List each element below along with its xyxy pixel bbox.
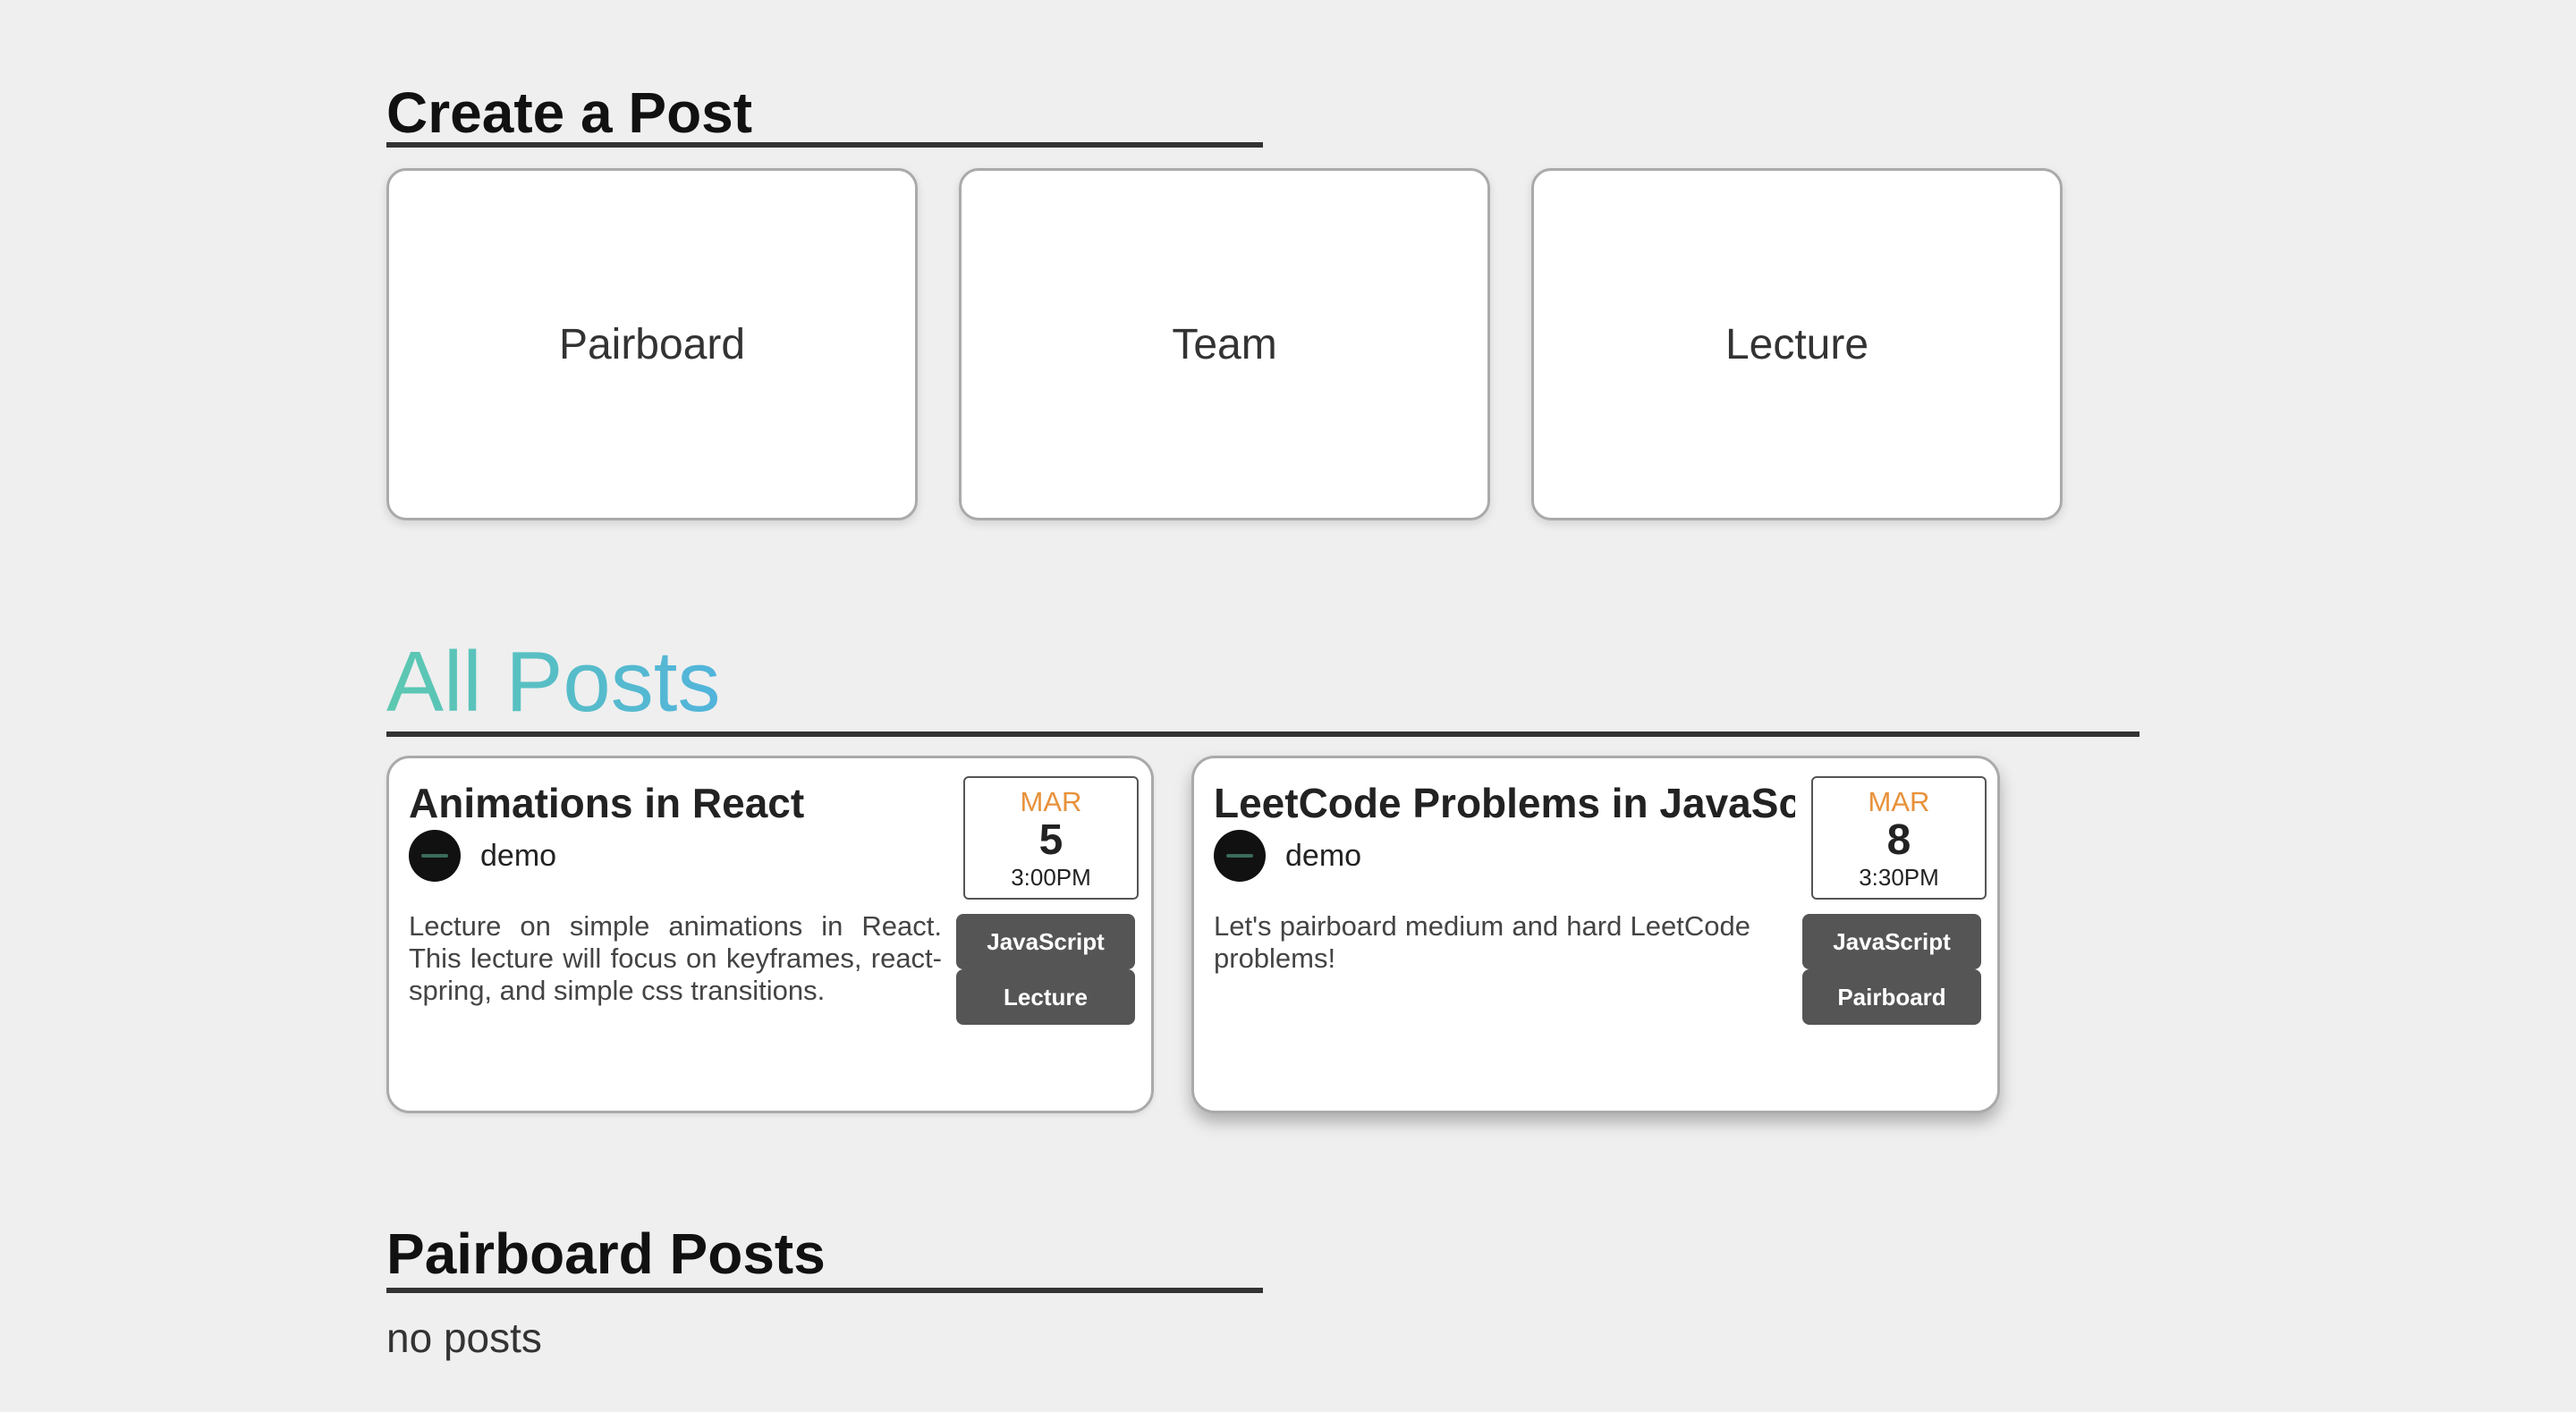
create-lecture-label: Lecture: [1724, 320, 1869, 368]
create-lecture-card[interactable]: Lecture: [1531, 168, 2063, 520]
create-post-heading: Create a Post: [386, 80, 753, 145]
create-pairboard-label: Pairboard: [558, 320, 746, 368]
pairboard-posts-heading: Pairboard Posts: [386, 1222, 826, 1286]
pairboard-posts-divider: [386, 1288, 1263, 1293]
tag-javascript[interactable]: JavaScript: [1802, 914, 1981, 969]
post-title: Animations in React: [409, 780, 805, 826]
date-time: 3:30PM: [1859, 864, 1939, 891]
date-month: MAR: [1868, 786, 1930, 817]
post-date-box: MAR 5 3:00PM: [963, 776, 1139, 900]
tag-lecture[interactable]: Lecture: [956, 969, 1135, 1025]
post-title: LeetCode Problems in JavaScr: [1214, 780, 1795, 826]
create-team-card[interactable]: Team: [959, 168, 1490, 520]
author-name: demo: [1285, 838, 1362, 873]
create-pairboard-card[interactable]: Pairboard: [386, 168, 918, 520]
post-description: Lecture on simple animations in React. T…: [409, 910, 942, 1006]
post-description: Let's pairboard medium and hard LeetCode…: [1214, 910, 1750, 974]
author-name: demo: [480, 838, 557, 873]
date-month: MAR: [1020, 786, 1082, 817]
date-day: 5: [1038, 816, 1063, 864]
post-author: demo: [1214, 830, 1361, 882]
empty-state-text: no posts: [386, 1315, 542, 1361]
date-day: 8: [1886, 816, 1911, 864]
create-post-divider: [386, 142, 1263, 148]
post-card[interactable]: LeetCode Problems in JavaScr demo Let's …: [1191, 756, 2000, 1113]
tag-pairboard[interactable]: Pairboard: [1802, 969, 1981, 1025]
post-date-box: MAR 8 3:30PM: [1811, 776, 1987, 900]
post-author: demo: [409, 830, 556, 882]
avatar: [1214, 830, 1266, 882]
page: Create a Post Pairboard Team Lecture All…: [0, 0, 2576, 1412]
date-time: 3:00PM: [1011, 864, 1091, 891]
all-posts-divider: [386, 731, 2140, 737]
create-team-label: Team: [1172, 320, 1277, 368]
tag-javascript[interactable]: JavaScript: [956, 914, 1135, 969]
post-card[interactable]: Animations in React demo Lecture on simp…: [386, 756, 1154, 1113]
all-posts-heading: All Posts: [386, 634, 721, 730]
avatar: [409, 830, 461, 882]
